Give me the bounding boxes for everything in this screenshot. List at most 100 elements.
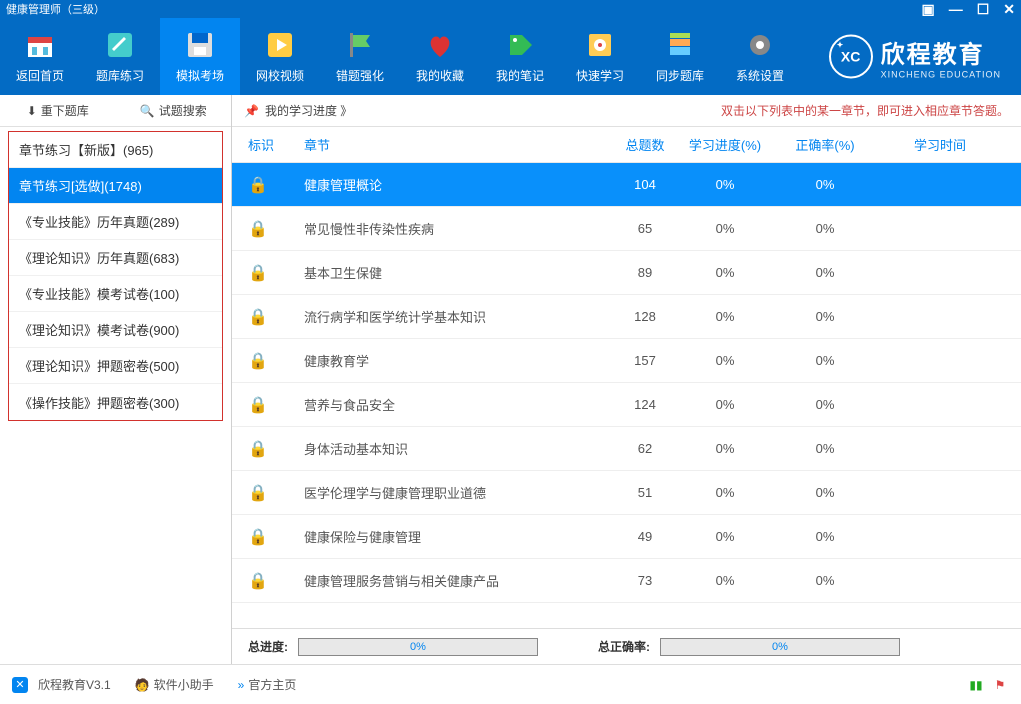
app-version: ✕ 欣程教育V3.1 xyxy=(12,676,111,693)
total-accuracy-label: 总正确率: xyxy=(598,638,650,655)
toolbar-stack[interactable]: 同步题库 xyxy=(640,18,720,95)
home-icon xyxy=(24,29,56,61)
toolbar-gear[interactable]: 系统设置 xyxy=(720,18,800,95)
sidebar: ⬇ 重下题库 🔍 试题搜索 章节练习【新版】(965)章节练习[选做](1748… xyxy=(0,95,232,664)
lock-icon: 🔒 xyxy=(248,263,304,283)
minimize-icon[interactable]: — xyxy=(949,1,963,18)
sidebar-item[interactable]: 《专业技能》历年真题(289) xyxy=(9,204,222,240)
chapter-row[interactable]: 🔒健康管理服务营销与相关健康产品730%0% xyxy=(232,559,1021,603)
app-icon: ✕ xyxy=(12,677,28,693)
toolbar-label: 同步题库 xyxy=(656,67,704,84)
toolbar-save[interactable]: 模拟考场 xyxy=(160,18,240,95)
toolbar-label: 模拟考场 xyxy=(176,67,224,84)
sidebar-item[interactable]: 《专业技能》模考试卷(100) xyxy=(9,276,222,312)
lock-icon: 🔒 xyxy=(248,483,304,503)
download-icon: ⬇ xyxy=(27,104,37,118)
chapter-row[interactable]: 🔒流行病学和医学统计学基本知识1280%0% xyxy=(232,295,1021,339)
chapter-accuracy: 0% xyxy=(775,441,875,456)
chapter-accuracy: 0% xyxy=(775,573,875,588)
toolbar-flag[interactable]: 错题强化 xyxy=(320,18,400,95)
toolbar-home[interactable]: 返回首页 xyxy=(0,18,80,95)
chapter-progress: 0% xyxy=(675,353,775,368)
safe-icon xyxy=(584,29,616,61)
maximize-icon[interactable]: ☐ xyxy=(977,1,990,18)
main-panel: 📌 我的学习进度 》 双击以下列表中的某一章节，即可进入相应章节答题。 标识 章… xyxy=(232,95,1021,664)
stats-icon[interactable]: ▮▮ xyxy=(967,676,985,694)
chapter-name: 健康保险与健康管理 xyxy=(304,527,615,546)
toolbar-heart[interactable]: 我的收藏 xyxy=(400,18,480,95)
chapter-accuracy: 0% xyxy=(775,397,875,412)
sidebar-item[interactable]: 《操作技能》押题密卷(300) xyxy=(9,384,222,420)
chapter-name: 身体活动基本知识 xyxy=(304,439,615,458)
toolbar-safe[interactable]: 快速学习 xyxy=(560,18,640,95)
sidebar-item[interactable]: 《理论知识》押题密卷(500) xyxy=(9,348,222,384)
lock-icon: 🔒 xyxy=(248,307,304,327)
search-questions-button[interactable]: 🔍 试题搜索 xyxy=(116,102,232,119)
chapter-row[interactable]: 🔒基本卫生保健890%0% xyxy=(232,251,1021,295)
hint-text: 双击以下列表中的某一章节，即可进入相应章节答题。 xyxy=(721,102,1009,119)
helper-icon: 🧑 xyxy=(135,678,150,692)
chapter-name: 健康管理概论 xyxy=(304,175,615,194)
chapter-total: 124 xyxy=(615,397,675,412)
chapter-name: 基本卫生保健 xyxy=(304,263,615,282)
chapter-accuracy: 0% xyxy=(775,485,875,500)
chapter-row[interactable]: 🔒健康管理概论1040%0% xyxy=(232,163,1021,207)
chapter-accuracy: 0% xyxy=(775,221,875,236)
chapter-row[interactable]: 🔒营养与食品安全1240%0% xyxy=(232,383,1021,427)
main-infobar: 📌 我的学习进度 》 双击以下列表中的某一章节，即可进入相应章节答题。 xyxy=(232,95,1021,127)
lock-icon: 🔒 xyxy=(248,351,304,371)
play-icon xyxy=(264,29,296,61)
chapter-total: 104 xyxy=(615,177,675,192)
chapter-total: 157 xyxy=(615,353,675,368)
main-toolbar: 返回首页题库练习 模拟考场 网校视频 错题强化我的收藏我的笔记快速学习 同步题库系统设置… xyxy=(0,18,1021,95)
chapter-progress: 0% xyxy=(675,265,775,280)
col-accuracy: 正确率(%) xyxy=(775,135,875,154)
toolbar-play[interactable]: 网校视频 xyxy=(240,18,320,95)
chapter-row[interactable]: 🔒健康教育学1570%0% xyxy=(232,339,1021,383)
col-progress: 学习进度(%) xyxy=(675,135,775,154)
toolbar-pencil[interactable]: 题库练习 xyxy=(80,18,160,95)
restore-icon[interactable]: ▣ xyxy=(921,1,934,18)
chapter-total: 73 xyxy=(615,573,675,588)
summary-bar: 总进度: 0% 总正确率: 0% xyxy=(232,628,1021,664)
toolbar-label: 快速学习 xyxy=(576,67,624,84)
chapter-row[interactable]: 🔒健康保险与健康管理490%0% xyxy=(232,515,1021,559)
chapter-progress: 0% xyxy=(675,309,775,324)
chapter-total: 89 xyxy=(615,265,675,280)
titlebar: 健康管理师（三级） ▣ — ☐ ✕ xyxy=(0,0,1021,18)
sidebar-item[interactable]: 《理论知识》模考试卷(900) xyxy=(9,312,222,348)
chapter-table-header: 标识 章节 总题数 学习进度(%) 正确率(%) 学习时间 xyxy=(232,127,1021,163)
chapter-row[interactable]: 🔒常见慢性非传染性疾病650%0% xyxy=(232,207,1021,251)
progress-label[interactable]: 我的学习进度 》 xyxy=(265,102,352,119)
sidebar-toolbar: ⬇ 重下题库 🔍 试题搜索 xyxy=(0,95,231,127)
lock-icon: 🔒 xyxy=(248,439,304,459)
flag-icon[interactable]: ⚑ xyxy=(991,676,1009,694)
window-controls: ▣ — ☐ ✕ xyxy=(921,1,1015,18)
chapter-row[interactable]: 🔒医学伦理学与健康管理职业道德510%0% xyxy=(232,471,1021,515)
toolbar-label: 网校视频 xyxy=(256,67,304,84)
helper-link[interactable]: 🧑 软件小助手 xyxy=(135,676,214,693)
pin-icon: 📌 xyxy=(244,104,259,118)
chapter-row[interactable]: 🔒身体活动基本知识620%0% xyxy=(232,427,1021,471)
download-questions-button[interactable]: ⬇ 重下题库 xyxy=(0,102,116,119)
brand-cn: 欣程教育 xyxy=(881,34,1001,69)
chapter-accuracy: 0% xyxy=(775,529,875,544)
toolbar-tag[interactable]: 我的笔记 xyxy=(480,18,560,95)
close-icon[interactable]: ✕ xyxy=(1003,1,1015,18)
toolbar-label: 错题强化 xyxy=(336,67,384,84)
sidebar-list: 章节练习【新版】(965)章节练习[选做](1748)《专业技能》历年真题(28… xyxy=(8,131,223,421)
chapter-table-body: 🔒健康管理概论1040%0%🔒常见慢性非传染性疾病650%0%🔒基本卫生保健89… xyxy=(232,163,1021,628)
toolbar-label: 题库练习 xyxy=(96,67,144,84)
official-link[interactable]: » 官方主页 xyxy=(238,676,297,693)
chapter-name: 健康教育学 xyxy=(304,351,615,370)
stack-icon xyxy=(664,29,696,61)
heart-icon xyxy=(424,29,456,61)
col-total: 总题数 xyxy=(615,135,675,154)
chapter-accuracy: 0% xyxy=(775,353,875,368)
sidebar-item[interactable]: 章节练习[选做](1748) xyxy=(9,168,222,204)
sidebar-item[interactable]: 《理论知识》历年真题(683) xyxy=(9,240,222,276)
tag-icon xyxy=(504,29,536,61)
sidebar-item[interactable]: 章节练习【新版】(965) xyxy=(9,132,222,168)
chapter-accuracy: 0% xyxy=(775,309,875,324)
total-progress-label: 总进度: xyxy=(248,638,288,655)
